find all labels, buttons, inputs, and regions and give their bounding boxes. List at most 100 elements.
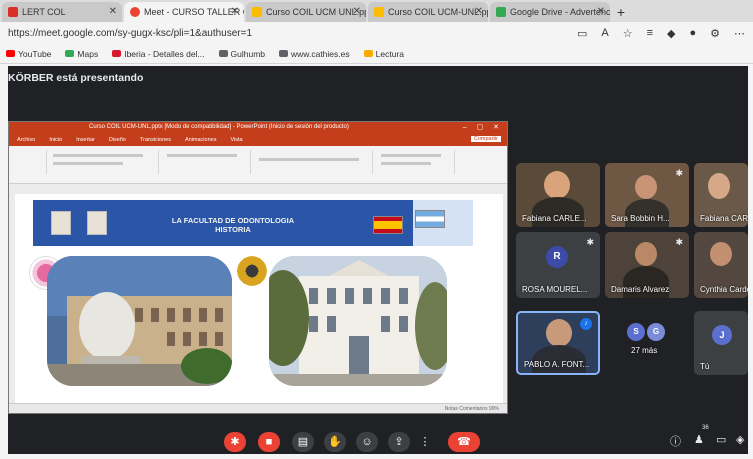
facade-building-illustration [269, 256, 447, 386]
participant-avatar: G [647, 323, 665, 341]
ribbon-control [53, 154, 143, 157]
browser-tab[interactable]: Curso COIL UCM-UNL.pptx - Go ✕ [368, 2, 488, 22]
window-controls: – ▢ ✕ [462, 124, 503, 131]
bookmark-label: Gulhumb [230, 48, 266, 59]
participant-tile[interactable]: Fabiana CARLE... [694, 163, 748, 227]
ribbon-control [53, 162, 123, 165]
participant-avatar: S [627, 323, 645, 341]
info-icon[interactable]: ⓘ [670, 433, 681, 449]
settings-icon[interactable]: ⚙ [710, 27, 720, 40]
cast-icon[interactable]: ▭ [577, 27, 587, 40]
browser-tab[interactable]: LERT COL ✕ [2, 2, 122, 22]
profile-icon[interactable]: ● [689, 27, 696, 39]
close-icon[interactable]: ✕ [109, 6, 117, 17]
participant-tile[interactable]: Fabiana CARLE... [516, 163, 600, 227]
close-icon[interactable]: ✕ [597, 6, 605, 17]
participant-name: Fabiana CARLE... [522, 214, 587, 223]
participant-face [544, 171, 570, 199]
browser-tab[interactable]: Curso COIL UCM UNL.ppx - Goo ✕ [246, 2, 366, 22]
slide-header-accent [413, 200, 473, 246]
drive-icon [252, 7, 262, 17]
menu-item: Archivo [17, 137, 36, 143]
ribbon-control [259, 158, 359, 161]
folder-icon [363, 50, 373, 57]
text-size-icon[interactable]: A [601, 27, 608, 39]
tab-bar: LERT COL ✕ Meet - CURSO TALLER COL ✕ Cur… [0, 0, 753, 22]
ribbon-control [381, 154, 441, 157]
menu-item: Insertar [76, 137, 95, 143]
participant-tile[interactable]: ✱ Sara Bobbin H... [605, 163, 689, 227]
address-bar: https://meet.google.com/sy-gugx-ksc/pli=… [0, 22, 753, 44]
bookmark-label: YouTube [18, 48, 52, 59]
ppt-status-bar: Notas Comentarios 99% [9, 403, 507, 413]
shared-presentation: Curso COIL UCM-UNL.pptx [Modo de compati… [8, 121, 508, 414]
ribbon-group [13, 150, 47, 174]
bookmark-label: Lectura [375, 48, 404, 59]
raise-hand-icon[interactable]: ✋ [324, 432, 346, 452]
faculty-seal [237, 256, 267, 286]
slide-canvas: LA FACULTAD DE ODONTOLOGIA HISTORIA [15, 194, 503, 403]
self-tile[interactable]: J Tú [694, 311, 748, 375]
browser-tab[interactable]: Google Drive - Advertencia de c ✕ [490, 2, 610, 22]
people-icon[interactable]: ♟ [694, 433, 704, 446]
slide-title: LA FACULTAD DE ODONTOLOGIA HISTORIA [171, 216, 295, 234]
ppt-window-title: Curso COIL UCM-UNL.pptx [Modo de compati… [89, 124, 349, 130]
ppt-menu-bar: Archivo Inicio Insertar Diseño Transicio… [9, 134, 507, 146]
bookmark-gulhumb[interactable]: Gulhumb [218, 48, 266, 59]
bookmarks-bar: YouTube Maps Iberia - Detalles del... Gu… [0, 44, 753, 64]
end-call-icon[interactable]: ☎ [448, 432, 480, 452]
captions-icon[interactable]: ▤ [292, 432, 314, 452]
mic-off-icon: ✱ [675, 237, 683, 247]
ribbon-group [253, 150, 373, 174]
more-participants-tile[interactable]: S G 27 más [605, 311, 689, 375]
close-icon[interactable]: ✕ [353, 6, 361, 17]
university-crest [51, 211, 71, 235]
presenting-banner: KÖRBER está presentando [8, 72, 144, 84]
iberia-icon [112, 50, 122, 57]
menu-item: Vista [230, 137, 243, 143]
bookmark-maps[interactable]: Maps [65, 49, 98, 59]
url-input[interactable]: https://meet.google.com/sy-gugx-ksc/pli=… [8, 28, 563, 39]
extensions-icon[interactable]: ◆ [667, 27, 675, 40]
bookmark-cathies[interactable]: www.cathies.es [279, 49, 350, 59]
more-participants-count: 27 más [631, 346, 658, 355]
participant-tile[interactable]: Cynthia Cardoz... [694, 232, 748, 298]
emoji-icon[interactable]: ☺ [356, 432, 378, 452]
building-photo-statue [47, 256, 232, 386]
close-icon[interactable]: ✕ [231, 6, 239, 17]
reading-list-icon[interactable]: ≡ [647, 27, 653, 39]
drive-icon [496, 7, 506, 17]
browser-tab-active[interactable]: Meet - CURSO TALLER COL ✕ [124, 2, 244, 22]
close-icon[interactable]: ✕ [475, 6, 483, 17]
chat-icon[interactable]: ▭ [716, 433, 726, 446]
participant-avatar: R [546, 246, 568, 268]
bookmark-label: Iberia - Detalles del... [124, 48, 205, 59]
participant-name: Sara Bobbin H... [611, 214, 670, 223]
participant-tile[interactable]: R ✱ ROSA MOUREL... [516, 232, 600, 298]
participant-name: Damaris Alvarez [611, 285, 670, 294]
speaking-icon: ♪ [580, 318, 592, 330]
ribbon-control [167, 154, 237, 157]
mic-off-icon[interactable]: ✱ [224, 432, 246, 452]
self-avatar: J [712, 325, 732, 345]
meet-stage: KÖRBER está presentando Curso COIL UCM-U… [8, 66, 748, 454]
bookmark-youtube[interactable]: YouTube [6, 49, 51, 59]
statue-building-illustration [47, 256, 232, 386]
participant-tile[interactable]: ✱ Damaris Alvarez [605, 232, 689, 298]
self-name: Tú [700, 362, 710, 371]
present-icon[interactable]: ⇪ [388, 432, 410, 452]
participant-face [710, 242, 732, 266]
bookmark-lectura[interactable]: Lectura [363, 48, 404, 59]
menu-item: Transiciones [139, 137, 171, 143]
bookmark-iberia[interactable]: Iberia - Detalles del... [112, 48, 205, 59]
bookmark-label: www.cathies.es [291, 48, 350, 59]
camera-off-icon[interactable]: ■ [258, 432, 280, 452]
more-icon[interactable]: ⋮ [418, 432, 432, 452]
ppt-title-bar: Curso COIL UCM-UNL.pptx [Modo de compati… [9, 122, 507, 134]
youtube-icon [6, 50, 15, 57]
activities-icon[interactable]: ◈ [736, 433, 744, 446]
new-tab-button[interactable]: + [612, 3, 630, 21]
menu-icon[interactable]: ⋯ [734, 27, 745, 40]
participant-tile-active-speaker[interactable]: ♪ PABLO A. FONT... [516, 311, 600, 375]
star-icon[interactable]: ☆ [623, 27, 633, 40]
